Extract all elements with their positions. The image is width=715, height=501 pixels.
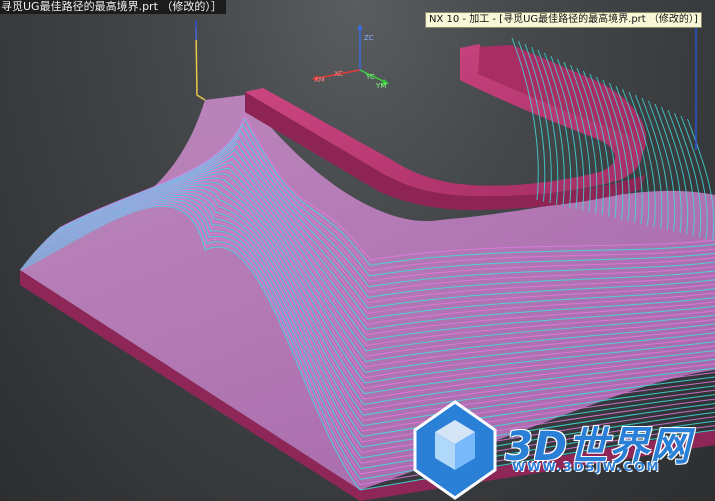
triad-yc-label: YC [365,73,375,81]
triad-zc-label: ZC [364,34,374,42]
watermark-url: WWW.3DSJW.COM [512,460,661,474]
triad-xm-label: XM [314,76,325,84]
title-tooltip: NX 10 - 加工 - [寻觅UG最佳路径的最高境界.prt （修改的）] [425,12,702,28]
graphics-viewport[interactable]: ZC XC XM YC YM 寻觅UG最佳路径的最高境界.prt （修改的）］ … [0,0,715,501]
triad-xc-label: XC [334,70,343,78]
triad-ym-label: YM [375,82,386,90]
wcs-triad[interactable]: ZC XC XM YC YM [312,24,389,90]
window-title: 寻觅UG最佳路径的最高境界.prt （修改的）］ [0,0,226,14]
tool-axis-left [195,27,206,101]
